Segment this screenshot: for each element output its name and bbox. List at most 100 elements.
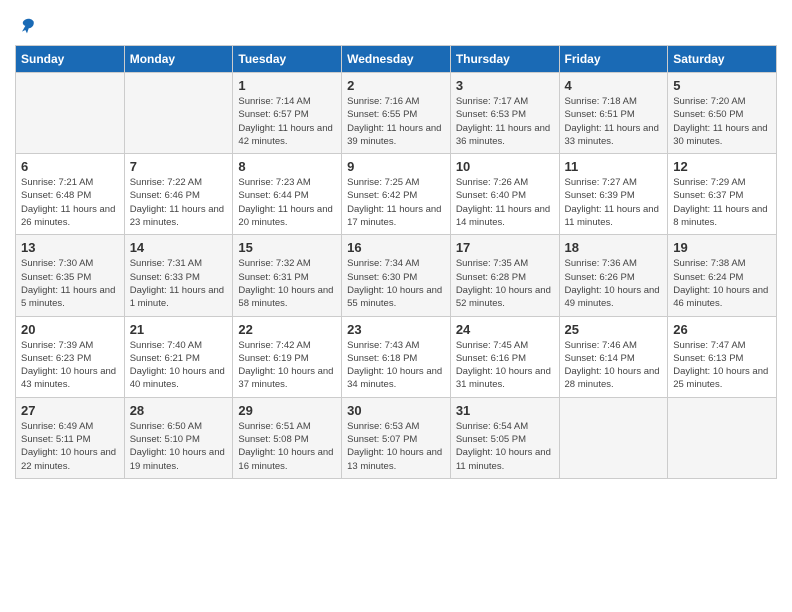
calendar-cell: 8 Sunrise: 7:23 AM Sunset: 6:44 PM Daylig… <box>233 154 342 235</box>
day-number: 10 <box>456 159 554 174</box>
calendar-week-row: 1 Sunrise: 7:14 AM Sunset: 6:57 PM Daylig… <box>16 73 777 154</box>
day-info: Sunrise: 7:31 AM Sunset: 6:33 PM Dayligh… <box>130 257 228 310</box>
day-info: Sunrise: 7:32 AM Sunset: 6:31 PM Dayligh… <box>238 257 336 310</box>
calendar-cell: 22Sunrise: 7:42 AM Sunset: 6:19 PM Dayli… <box>233 316 342 397</box>
logo-bird-icon <box>17 15 37 35</box>
calendar-cell: 29Sunrise: 6:51 AM Sunset: 5:08 PM Dayli… <box>233 397 342 478</box>
calendar-cell: 5 Sunrise: 7:20 AM Sunset: 6:50 PM Daylig… <box>668 73 777 154</box>
day-info: Sunrise: 7:26 AM Sunset: 6:40 PM Dayligh… <box>456 176 554 229</box>
calendar-cell: 16 Sunrise: 7:34 AM Sunset: 6:30 PM Dayli… <box>342 235 451 316</box>
calendar-cell: 9 Sunrise: 7:25 AM Sunset: 6:42 PM Daylig… <box>342 154 451 235</box>
day-number: 1 <box>238 78 336 93</box>
day-number: 14 <box>130 240 228 255</box>
calendar-cell: 23Sunrise: 7:43 AM Sunset: 6:18 PM Dayli… <box>342 316 451 397</box>
calendar-header-row: SundayMondayTuesdayWednesdayThursdayFrid… <box>16 46 777 73</box>
calendar-cell: 3 Sunrise: 7:17 AM Sunset: 6:53 PM Daylig… <box>450 73 559 154</box>
day-info: Sunrise: 7:18 AM Sunset: 6:51 PM Dayligh… <box>565 95 663 148</box>
calendar-week-row: 27Sunrise: 6:49 AM Sunset: 5:11 PM Dayli… <box>16 397 777 478</box>
day-info: Sunrise: 7:40 AM Sunset: 6:21 PM Dayligh… <box>130 339 228 392</box>
day-number: 16 <box>347 240 445 255</box>
calendar-cell: 19Sunrise: 7:38 AM Sunset: 6:24 PM Dayli… <box>668 235 777 316</box>
day-info: Sunrise: 7:16 AM Sunset: 6:55 PM Dayligh… <box>347 95 445 148</box>
day-info: Sunrise: 7:29 AM Sunset: 6:37 PM Dayligh… <box>673 176 771 229</box>
day-info: Sunrise: 7:30 AM Sunset: 6:35 PM Dayligh… <box>21 257 119 310</box>
day-number: 3 <box>456 78 554 93</box>
calendar-header-saturday: Saturday <box>668 46 777 73</box>
day-info: Sunrise: 7:25 AM Sunset: 6:42 PM Dayligh… <box>347 176 445 229</box>
calendar-cell: 11Sunrise: 7:27 AM Sunset: 6:39 PM Dayli… <box>559 154 668 235</box>
calendar-cell: 21 Sunrise: 7:40 AM Sunset: 6:21 PM Dayli… <box>124 316 233 397</box>
calendar-cell: 18Sunrise: 7:36 AM Sunset: 6:26 PM Dayli… <box>559 235 668 316</box>
day-info: Sunrise: 7:35 AM Sunset: 6:28 PM Dayligh… <box>456 257 554 310</box>
day-info: Sunrise: 7:46 AM Sunset: 6:14 PM Dayligh… <box>565 339 663 392</box>
day-info: Sunrise: 7:14 AM Sunset: 6:57 PM Dayligh… <box>238 95 336 148</box>
day-info: Sunrise: 7:21 AM Sunset: 6:48 PM Dayligh… <box>21 176 119 229</box>
day-number: 19 <box>673 240 771 255</box>
calendar-header-thursday: Thursday <box>450 46 559 73</box>
day-number: 5 <box>673 78 771 93</box>
day-info: Sunrise: 7:22 AM Sunset: 6:46 PM Dayligh… <box>130 176 228 229</box>
day-number: 31 <box>456 403 554 418</box>
day-info: Sunrise: 7:39 AM Sunset: 6:23 PM Dayligh… <box>21 339 119 392</box>
calendar-cell <box>16 73 125 154</box>
day-number: 25 <box>565 322 663 337</box>
day-info: Sunrise: 7:45 AM Sunset: 6:16 PM Dayligh… <box>456 339 554 392</box>
calendar-header-wednesday: Wednesday <box>342 46 451 73</box>
calendar-header-friday: Friday <box>559 46 668 73</box>
calendar-cell: 20 Sunrise: 7:39 AM Sunset: 6:23 PM Dayli… <box>16 316 125 397</box>
calendar-cell: 28 Sunrise: 6:50 AM Sunset: 5:10 PM Dayli… <box>124 397 233 478</box>
calendar-week-row: 20 Sunrise: 7:39 AM Sunset: 6:23 PM Dayli… <box>16 316 777 397</box>
day-info: Sunrise: 7:17 AM Sunset: 6:53 PM Dayligh… <box>456 95 554 148</box>
day-number: 23 <box>347 322 445 337</box>
day-info: Sunrise: 6:51 AM Sunset: 5:08 PM Dayligh… <box>238 420 336 473</box>
calendar-week-row: 6 Sunrise: 7:21 AM Sunset: 6:48 PM Daylig… <box>16 154 777 235</box>
calendar-header-monday: Monday <box>124 46 233 73</box>
day-number: 26 <box>673 322 771 337</box>
calendar-cell: 14 Sunrise: 7:31 AM Sunset: 6:33 PM Dayli… <box>124 235 233 316</box>
day-number: 6 <box>21 159 119 174</box>
calendar-cell: 30 Sunrise: 6:53 AM Sunset: 5:07 PM Dayli… <box>342 397 451 478</box>
day-number: 30 <box>347 403 445 418</box>
calendar-cell: 31Sunrise: 6:54 AM Sunset: 5:05 PM Dayli… <box>450 397 559 478</box>
day-info: Sunrise: 6:49 AM Sunset: 5:11 PM Dayligh… <box>21 420 119 473</box>
calendar-header-sunday: Sunday <box>16 46 125 73</box>
day-number: 15 <box>238 240 336 255</box>
calendar-cell: 25 Sunrise: 7:46 AM Sunset: 6:14 PM Dayli… <box>559 316 668 397</box>
calendar-week-row: 13 Sunrise: 7:30 AM Sunset: 6:35 PM Dayli… <box>16 235 777 316</box>
calendar-header-tuesday: Tuesday <box>233 46 342 73</box>
day-number: 20 <box>21 322 119 337</box>
calendar-table: SundayMondayTuesdayWednesdayThursdayFrid… <box>15 45 777 479</box>
day-info: Sunrise: 6:53 AM Sunset: 5:07 PM Dayligh… <box>347 420 445 473</box>
day-number: 8 <box>238 159 336 174</box>
day-number: 9 <box>347 159 445 174</box>
day-number: 24 <box>456 322 554 337</box>
day-number: 28 <box>130 403 228 418</box>
calendar-cell: 12 Sunrise: 7:29 AM Sunset: 6:37 PM Dayli… <box>668 154 777 235</box>
calendar-cell: 1 Sunrise: 7:14 AM Sunset: 6:57 PM Daylig… <box>233 73 342 154</box>
day-info: Sunrise: 7:23 AM Sunset: 6:44 PM Dayligh… <box>238 176 336 229</box>
calendar-cell: 7 Sunrise: 7:22 AM Sunset: 6:46 PM Daylig… <box>124 154 233 235</box>
calendar-cell: 2 Sunrise: 7:16 AM Sunset: 6:55 PM Daylig… <box>342 73 451 154</box>
calendar-cell <box>124 73 233 154</box>
calendar-cell: 27Sunrise: 6:49 AM Sunset: 5:11 PM Dayli… <box>16 397 125 478</box>
day-number: 21 <box>130 322 228 337</box>
day-number: 12 <box>673 159 771 174</box>
day-number: 13 <box>21 240 119 255</box>
calendar-cell <box>668 397 777 478</box>
calendar-cell: 4Sunrise: 7:18 AM Sunset: 6:51 PM Daylig… <box>559 73 668 154</box>
day-info: Sunrise: 7:20 AM Sunset: 6:50 PM Dayligh… <box>673 95 771 148</box>
day-info: Sunrise: 7:36 AM Sunset: 6:26 PM Dayligh… <box>565 257 663 310</box>
calendar-cell: 13 Sunrise: 7:30 AM Sunset: 6:35 PM Dayli… <box>16 235 125 316</box>
calendar-cell: 26Sunrise: 7:47 AM Sunset: 6:13 PM Dayli… <box>668 316 777 397</box>
day-number: 2 <box>347 78 445 93</box>
page-header <box>15 15 777 35</box>
calendar-cell: 17Sunrise: 7:35 AM Sunset: 6:28 PM Dayli… <box>450 235 559 316</box>
day-info: Sunrise: 6:50 AM Sunset: 5:10 PM Dayligh… <box>130 420 228 473</box>
day-info: Sunrise: 7:34 AM Sunset: 6:30 PM Dayligh… <box>347 257 445 310</box>
day-number: 7 <box>130 159 228 174</box>
day-number: 11 <box>565 159 663 174</box>
calendar-cell <box>559 397 668 478</box>
day-number: 22 <box>238 322 336 337</box>
calendar-cell: 6 Sunrise: 7:21 AM Sunset: 6:48 PM Daylig… <box>16 154 125 235</box>
logo <box>15 15 37 35</box>
